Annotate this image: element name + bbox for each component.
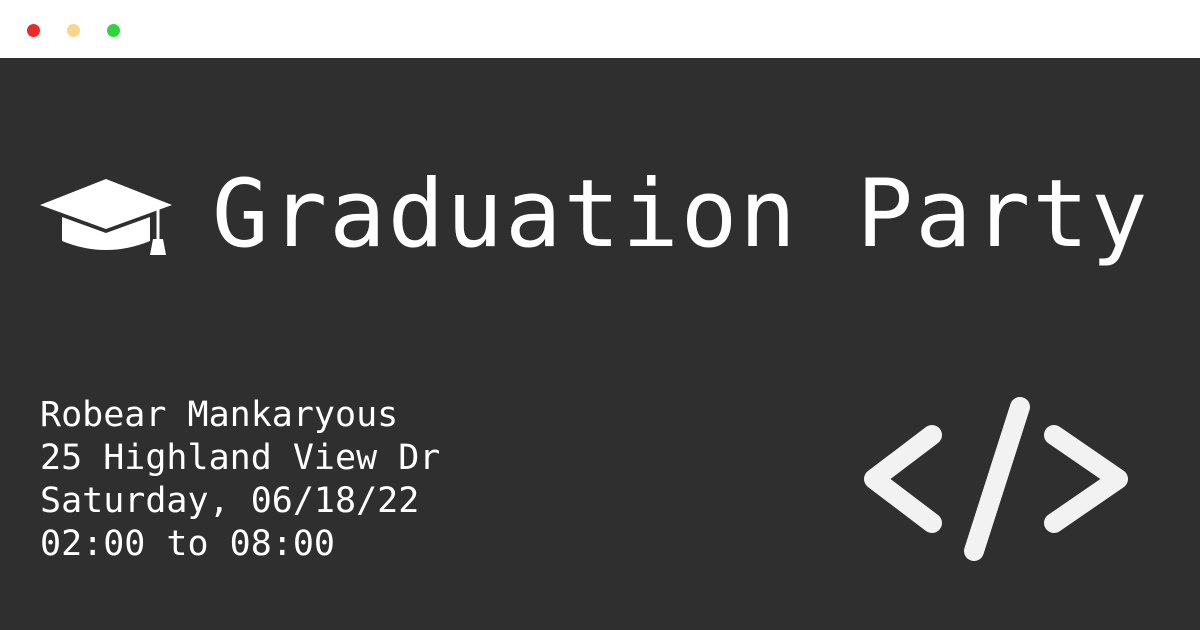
maximize-button[interactable] — [107, 24, 120, 37]
header: Graduation Party — [38, 160, 1149, 270]
host-name: Robear Mankaryous — [40, 395, 399, 435]
event-address: 25 Highland View Dr — [40, 438, 441, 478]
event-date: Saturday, 06/18/22 — [40, 481, 420, 521]
window: Graduation Party Robear Mankaryous 25 Hi… — [0, 0, 1200, 630]
window-titlebar — [0, 0, 1200, 58]
graduation-cap-icon — [40, 179, 172, 255]
page-title: Graduation Party — [212, 160, 1150, 269]
close-button[interactable] — [27, 24, 40, 37]
event-time: 02:00 to 08:00 — [40, 524, 336, 564]
minimize-button[interactable] — [67, 24, 80, 37]
event-details: Robear Mankaryous 25 Highland View Dr Sa… — [40, 394, 440, 566]
code-brackets-icon — [864, 397, 1128, 561]
